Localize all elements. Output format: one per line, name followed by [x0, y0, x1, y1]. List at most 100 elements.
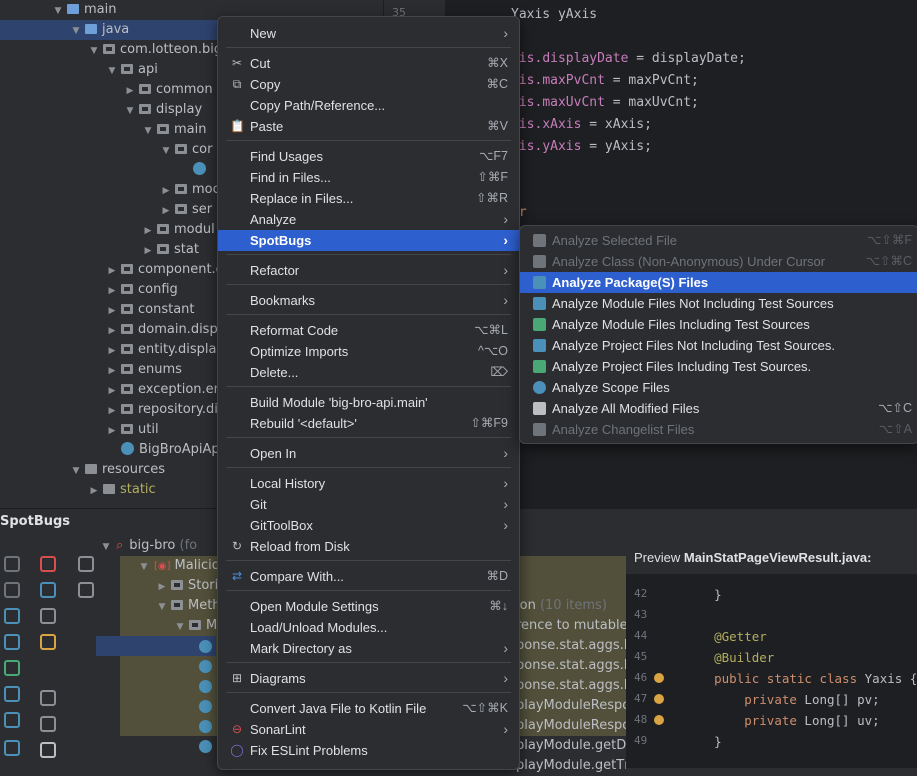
chevron-down-icon[interactable]: ▼ [100, 537, 112, 557]
submenu-item[interactable]: Analyze Project Files Including Test Sou… [520, 356, 917, 377]
chevron-right-icon[interactable]: ▶ [124, 81, 136, 101]
menu-item[interactable]: Find Usages ⌥F7 [218, 146, 519, 167]
chevron-down-icon[interactable]: ▼ [174, 617, 186, 637]
chevron-right-icon[interactable]: ▶ [156, 577, 168, 597]
submenu-item-label: Analyze Selected File [552, 233, 678, 248]
chevron-right-icon[interactable]: ▶ [142, 221, 154, 241]
menu-item[interactable]: Mark Directory as › [218, 638, 519, 659]
spotbugs-submenu[interactable]: Analyze Selected File ⌥⇧⌘F Analyze Class (… [519, 225, 917, 444]
submenu-item[interactable]: Analyze Module Files Including Test Sour… [520, 314, 917, 335]
menu-item[interactable]: Reformat Code ⌥⌘L [218, 320, 519, 341]
chevron-right-icon[interactable]: ▶ [106, 321, 118, 341]
menu-item[interactable]: Refactor › [218, 260, 519, 281]
chevron-right-icon[interactable]: ▶ [106, 361, 118, 381]
code-line: his.yAxis = yAxis; [511, 136, 652, 157]
package-icon [157, 224, 169, 234]
menu-item[interactable]: Rebuild '<default>' ⇧⌘F9 [218, 413, 519, 434]
result-node[interactable]: ▼ [◉] Maliciou [138, 556, 228, 576]
filter-icon[interactable] [40, 634, 56, 650]
submenu-item[interactable]: Analyze Package(S) Files [520, 272, 917, 293]
bug-icon[interactable] [4, 582, 20, 598]
chevron-right-icon[interactable]: ▶ [106, 301, 118, 321]
menu-item[interactable]: Load/Unload Modules... [218, 617, 519, 638]
chevron-right-icon[interactable]: ▶ [160, 181, 172, 201]
menu-item[interactable]: Build Module 'big-bro-api.main' [218, 392, 519, 413]
menu-item[interactable]: ↻ Reload from Disk [218, 536, 519, 557]
menu-item[interactable]: ⇄ Compare With... ⌘D [218, 566, 519, 587]
info-icon[interactable] [4, 712, 20, 728]
chevron-right-icon[interactable]: ▶ [160, 201, 172, 221]
menu-item[interactable]: Convert Java File to Kotlin File ⌥⇧⌘K [218, 698, 519, 719]
summary-icon[interactable] [4, 686, 20, 702]
chevron-right-icon[interactable]: ▶ [88, 481, 100, 497]
submenu-item[interactable]: Analyze Scope Files [520, 377, 917, 398]
menu-item[interactable]: ◯ Fix ESLint Problems [218, 740, 519, 761]
chevron-down-icon[interactable]: ▼ [52, 1, 64, 21]
expand-icon[interactable] [78, 556, 94, 572]
submenu-item[interactable]: Analyze All Modified Files ⌥⇧C [520, 398, 917, 419]
submenu-item[interactable]: Analyze Project Files Not Including Test… [520, 335, 917, 356]
context-menu[interactable]: New › ✂ Cut ⌘X ⧉ Copy ⌘C Copy Path/Reference... 📋… [217, 16, 520, 770]
menu-item[interactable]: ⊖ SonarLint › [218, 719, 519, 740]
result-text-main: ponse.stat.aggs.M [516, 638, 626, 653]
project-icon[interactable] [4, 660, 20, 676]
menu-item[interactable]: Find in Files... ⇧⌘F [218, 167, 519, 188]
menu-item[interactable]: Replace in Files... ⇧⌘R [218, 188, 519, 209]
result-node[interactable]: ▶ Storin [156, 576, 227, 596]
chevron-down-icon[interactable]: ▼ [138, 557, 150, 577]
menu-item[interactable]: ⧉ Copy ⌘C [218, 74, 519, 95]
export-icon[interactable] [40, 690, 56, 706]
submenu-item[interactable]: Analyze Class (Non-Anonymous) Under Curs… [520, 251, 917, 272]
chevron-right-icon[interactable]: ▶ [106, 401, 118, 421]
chevron-right-icon: › [503, 232, 508, 248]
menu-item[interactable]: Open Module Settings ⌘↓ [218, 596, 519, 617]
menu-item[interactable]: ✂ Cut ⌘X [218, 53, 519, 74]
menu-separator [226, 314, 511, 315]
chevron-right-icon[interactable]: ▶ [142, 241, 154, 261]
scope-icon[interactable] [40, 608, 56, 624]
group-icon[interactable] [40, 582, 56, 598]
tree-item-label: component.c [138, 262, 223, 277]
chevron-right-icon[interactable]: ▶ [106, 421, 118, 441]
module-icon[interactable] [4, 634, 20, 650]
chevron-down-icon[interactable]: ▼ [156, 597, 168, 617]
menu-item[interactable]: Copy Path/Reference... [218, 95, 519, 116]
menu-item[interactable]: Bookmarks › [218, 290, 519, 311]
search-code-icon[interactable] [40, 716, 56, 732]
chevron-right-icon[interactable]: ▶ [106, 281, 118, 301]
chevron-down-icon[interactable]: ▼ [142, 121, 154, 141]
chevron-right-icon[interactable]: ▶ [106, 341, 118, 361]
menu-item[interactable]: Analyze › [218, 209, 519, 230]
chevron-down-icon[interactable]: ▼ [106, 61, 118, 81]
search-icon[interactable] [40, 742, 56, 758]
menu-item[interactable]: ⊞ Diagrams › [218, 668, 519, 689]
menu-item[interactable]: GitToolBox › [218, 515, 519, 536]
bug-icon[interactable] [4, 556, 20, 572]
menu-item[interactable]: Open In › [218, 443, 519, 464]
submenu-item[interactable]: Analyze Selected File ⌥⇧⌘F [520, 230, 917, 251]
submenu-item[interactable]: Analyze Module Files Not Including Test … [520, 293, 917, 314]
chevron-down-icon[interactable]: ▼ [70, 461, 82, 481]
result-text-main: rence to mutable o [516, 618, 626, 633]
tree-item-label: cor [192, 142, 213, 157]
menu-item[interactable]: New › [218, 23, 519, 44]
menu-item[interactable]: Optimize Imports ^⌥O [218, 341, 519, 362]
chevron-down-icon[interactable]: ▼ [160, 141, 172, 161]
menu-item[interactable]: 📋 Paste ⌘V [218, 116, 519, 137]
chevron-right-icon[interactable]: ▶ [106, 261, 118, 281]
chevron-down-icon[interactable]: ▼ [70, 21, 82, 41]
clock-icon[interactable] [4, 740, 20, 756]
menu-item[interactable]: SpotBugs › [218, 230, 519, 251]
menu-item-icon: ◯ [230, 743, 244, 757]
menu-item[interactable]: Git › [218, 494, 519, 515]
collapse-icon[interactable] [78, 582, 94, 598]
submenu-item[interactable]: Analyze Changelist Files ⌥⇧A [520, 419, 917, 440]
filter-icon[interactable] [40, 556, 56, 572]
menu-item[interactable]: Local History › [218, 473, 519, 494]
result-root[interactable]: ▼ ⌕ big-bro (fo [100, 536, 198, 557]
chevron-down-icon[interactable]: ▼ [88, 41, 100, 61]
chevron-down-icon[interactable]: ▼ [124, 101, 136, 121]
menu-item[interactable]: Delete... ⌦ [218, 362, 519, 383]
package-icon[interactable] [4, 608, 20, 624]
chevron-right-icon[interactable]: ▶ [106, 381, 118, 401]
